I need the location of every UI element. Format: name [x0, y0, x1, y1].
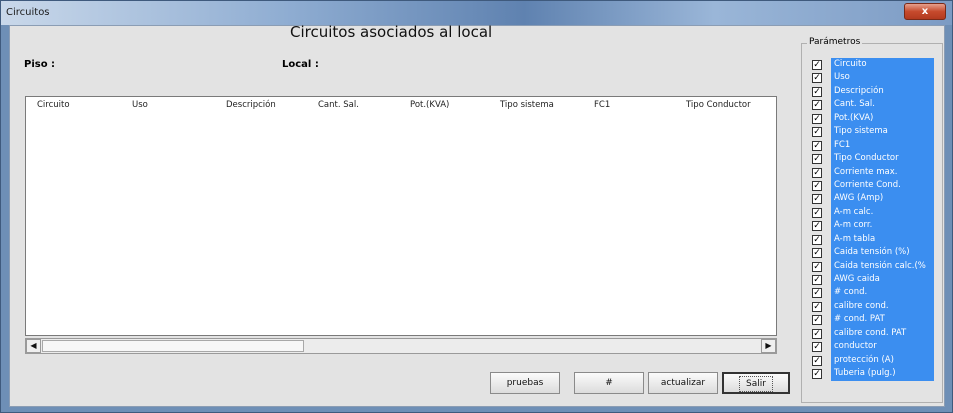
- checkbox-checked-icon[interactable]: ✓: [812, 328, 822, 339]
- parametro-item[interactable]: ✓ Corriente max.: [812, 165, 934, 179]
- parametro-label[interactable]: Tuberia (pulg.): [831, 367, 934, 381]
- checkbox-checked-icon[interactable]: ✓: [812, 127, 822, 138]
- parametro-label[interactable]: Uso: [831, 71, 934, 85]
- column-header-tipo-conductor[interactable]: Tipo Conductor: [686, 100, 751, 110]
- column-header-uso[interactable]: Uso: [132, 100, 148, 110]
- checkbox-checked-icon[interactable]: ✓: [812, 194, 822, 205]
- checkbox-checked-icon[interactable]: ✓: [812, 207, 822, 218]
- parametro-item[interactable]: ✓ conductor: [812, 340, 934, 354]
- column-header-pot-kva[interactable]: Pot.(KVA): [410, 100, 449, 110]
- column-header-cant-sal[interactable]: Cant. Sal.: [318, 100, 359, 110]
- scroll-thumb[interactable]: [42, 340, 304, 352]
- column-header-tipo-sistema[interactable]: Tipo sistema: [500, 100, 554, 110]
- pruebas-button[interactable]: pruebas: [490, 372, 560, 394]
- parametro-item[interactable]: ✓ protección (A): [812, 353, 934, 368]
- page-title: Circuitos asociados al local: [290, 23, 493, 41]
- parametro-item[interactable]: ✓ Tuberia (pulg.): [812, 367, 934, 381]
- grid-header-row: Circuito Uso Descripción Cant. Sal. Pot.…: [26, 97, 776, 113]
- close-button[interactable]: x: [904, 3, 946, 20]
- parametro-item[interactable]: ✓ Tipo sistema: [812, 125, 934, 139]
- parametro-item[interactable]: ✓ FC1: [812, 138, 934, 153]
- hash-button[interactable]: #: [574, 372, 644, 394]
- title-bar[interactable]: Circuitos x: [1, 1, 952, 25]
- parametros-list[interactable]: ✓ Circuito ✓ Uso ✓ Descripción ✓ Cant. Sal. ✓ Pot…: [812, 58, 934, 383]
- checkbox-checked-icon[interactable]: ✓: [812, 86, 822, 97]
- parametro-label[interactable]: A-m tabla: [831, 232, 934, 247]
- parametro-label[interactable]: Descripción: [831, 84, 934, 99]
- parametro-label[interactable]: Corriente Cond.: [831, 178, 934, 193]
- parametro-label[interactable]: Circuito: [831, 58, 934, 72]
- parametro-label[interactable]: conductor: [831, 340, 934, 354]
- parametro-label[interactable]: FC1: [831, 138, 934, 153]
- checkbox-checked-icon[interactable]: ✓: [812, 369, 822, 380]
- checkbox-checked-icon[interactable]: ✓: [812, 261, 822, 272]
- parametro-item[interactable]: ✓ Uso: [812, 71, 934, 85]
- parametro-item[interactable]: ✓ A-m tabla: [812, 232, 934, 247]
- parametro-label[interactable]: Corriente max.: [831, 165, 934, 179]
- checkbox-checked-icon[interactable]: ✓: [812, 167, 822, 178]
- actualizar-button[interactable]: actualizar: [648, 372, 718, 394]
- scroll-left-icon[interactable]: ◀: [26, 339, 41, 353]
- parametro-item[interactable]: ✓ Circuito: [812, 58, 934, 72]
- parametro-label[interactable]: # cond. PAT: [831, 313, 934, 327]
- parametro-label[interactable]: Caida tensión calc.(%: [831, 259, 934, 273]
- column-header-fc1[interactable]: FC1: [594, 100, 610, 110]
- parametro-item[interactable]: ✓ Caida tensión (%): [812, 246, 934, 260]
- parametro-label[interactable]: A-m corr.: [831, 219, 934, 233]
- parametro-label[interactable]: AWG caida: [831, 273, 934, 287]
- parametro-label[interactable]: Tipo sistema: [831, 125, 934, 139]
- column-header-descripcion[interactable]: Descripción: [226, 100, 276, 110]
- column-header-circuito[interactable]: Circuito: [37, 100, 70, 110]
- checkbox-checked-icon[interactable]: ✓: [812, 221, 822, 232]
- parametro-label[interactable]: protección (A): [831, 353, 934, 368]
- parametro-label[interactable]: Pot.(KVA): [831, 111, 934, 126]
- parametro-item[interactable]: ✓ AWG caida: [812, 273, 934, 287]
- parametro-item[interactable]: ✓ Corriente Cond.: [812, 178, 934, 193]
- parametro-label[interactable]: Caida tensión (%): [831, 246, 934, 260]
- parametro-item[interactable]: ✓ AWG (Amp): [812, 192, 934, 206]
- piso-label: Piso :: [24, 59, 56, 70]
- checkbox-checked-icon[interactable]: ✓: [812, 288, 822, 299]
- checkbox-checked-icon[interactable]: ✓: [812, 301, 822, 312]
- checkbox-checked-icon[interactable]: ✓: [812, 355, 822, 366]
- parametro-item[interactable]: ✓ A-m calc.: [812, 205, 934, 220]
- checkbox-checked-icon[interactable]: ✓: [812, 248, 822, 259]
- checkbox-checked-icon[interactable]: ✓: [812, 100, 822, 111]
- parametro-item[interactable]: ✓ Cant. Sal.: [812, 98, 934, 112]
- parametro-label[interactable]: calibre cond.: [831, 299, 934, 314]
- scroll-right-icon[interactable]: ▶: [761, 339, 776, 353]
- parametro-item[interactable]: ✓ # cond.: [812, 286, 934, 300]
- parametro-label[interactable]: AWG (Amp): [831, 192, 934, 206]
- checkbox-checked-icon[interactable]: ✓: [812, 154, 822, 165]
- parametro-item[interactable]: ✓ Pot.(KVA): [812, 111, 934, 126]
- checkbox-checked-icon[interactable]: ✓: [812, 180, 822, 191]
- checkbox-checked-icon[interactable]: ✓: [812, 342, 822, 353]
- parametro-label[interactable]: Tipo Conductor: [831, 152, 934, 166]
- parametro-item[interactable]: ✓ # cond. PAT: [812, 313, 934, 327]
- checkbox-checked-icon[interactable]: ✓: [812, 315, 822, 326]
- parametro-item[interactable]: ✓ Tipo Conductor: [812, 152, 934, 166]
- local-label: Local :: [282, 59, 319, 70]
- parametros-legend: Parámetros: [807, 37, 863, 47]
- parametro-label[interactable]: A-m calc.: [831, 205, 934, 220]
- parametro-label[interactable]: # cond.: [831, 286, 934, 300]
- checkbox-checked-icon[interactable]: ✓: [812, 140, 822, 151]
- parametro-label[interactable]: Cant. Sal.: [831, 98, 934, 112]
- window-title: Circuitos: [6, 7, 50, 18]
- checkbox-checked-icon[interactable]: ✓: [812, 275, 822, 285]
- checkbox-checked-icon[interactable]: ✓: [812, 234, 822, 245]
- checkbox-checked-icon[interactable]: ✓: [812, 73, 822, 84]
- salir-button-label: Salir: [739, 376, 773, 392]
- checkbox-checked-icon[interactable]: ✓: [812, 60, 822, 70]
- salir-button[interactable]: Salir: [722, 372, 790, 394]
- parametro-item[interactable]: ✓ Caida tensión calc.(%: [812, 259, 934, 273]
- parametro-item[interactable]: ✓ A-m corr.: [812, 219, 934, 233]
- parametro-label[interactable]: calibre cond. PAT: [831, 326, 934, 341]
- parametro-item[interactable]: ✓ calibre cond. PAT: [812, 326, 934, 341]
- circuits-grid[interactable]: Circuito Uso Descripción Cant. Sal. Pot.…: [25, 96, 777, 336]
- horizontal-scrollbar[interactable]: ◀ ▶: [25, 338, 777, 354]
- parametro-item[interactable]: ✓ calibre cond.: [812, 299, 934, 314]
- parametro-item[interactable]: ✓ Descripción: [812, 84, 934, 99]
- checkbox-checked-icon[interactable]: ✓: [812, 113, 822, 124]
